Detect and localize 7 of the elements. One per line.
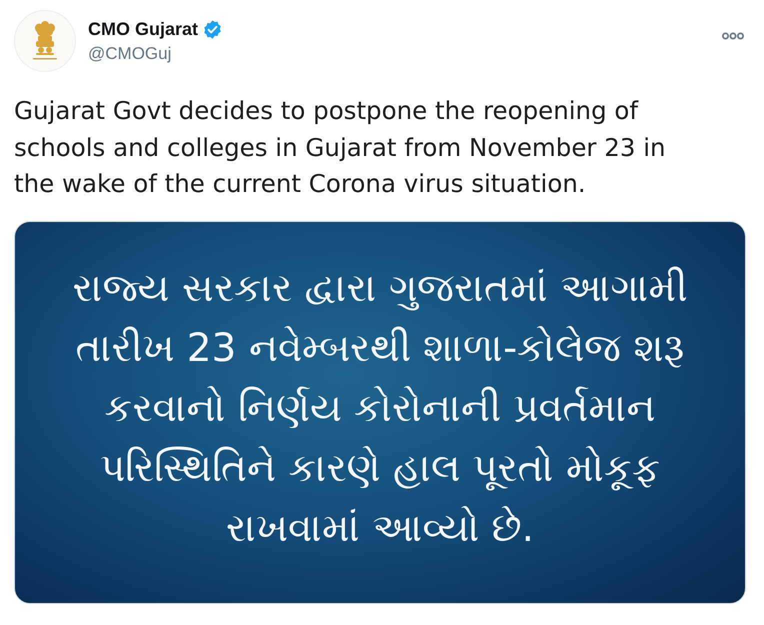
more-options-icon[interactable]	[722, 32, 744, 40]
emblem-avatar-icon[interactable]	[14, 10, 76, 72]
account-handle[interactable]: @CMOGuj	[88, 43, 172, 65]
announcement-graphic[interactable]: રાજ્ય સરકાર દ્વારા ગુજરાતમાં આગામી તારીખ 23 નવેમ્બરથી શાળા-કોલેજ શરૂ કરવાનો નિર્ણય કોરોનાની પ્રવર્તમાન પરિસ્થિતિને કારણે હાલ પૂરતો મોકૂફ રાખવામાં આવ્યો છે.	[14, 220, 746, 604]
tweet-text: Gujarat Govt decides to postpone the reopening of schools and colleges in Gujarat from November 23 in the wake of the current Corona virus situation.	[14, 95, 666, 200]
account-name[interactable]: CMO Gujarat	[88, 18, 198, 40]
announcement-text: રાજ્ય સરકાર દ્વારા ગુજરાતમાં આગામી તારીખ 23 નવેમ્બરથી શાળા-કોલેજ શરૂ કરવાનો નિર્ણય કોરોનાની પ્રવર્તમાન પરિસ્થિતિને કારણે હાલ પૂરતો મોકૂફ રાખવામાં આવ્યો છે.	[72, 265, 688, 553]
